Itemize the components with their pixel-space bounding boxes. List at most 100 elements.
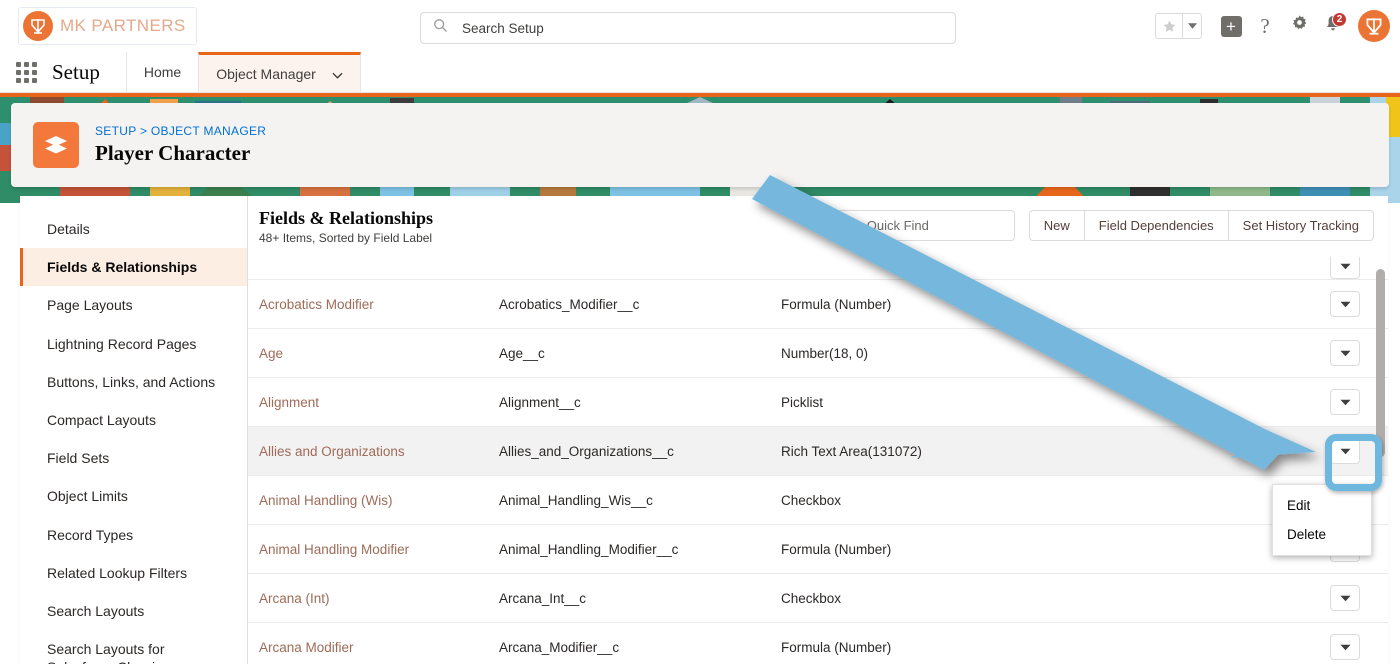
- app-launcher-button[interactable]: [0, 52, 52, 92]
- plus-icon: +: [1221, 16, 1242, 37]
- setup-nav-bar: Setup Home Object Manager: [0, 52, 1400, 93]
- set-history-tracking-button[interactable]: Set History Tracking: [1228, 210, 1374, 241]
- sidebar-item-label: Search Layouts for Salesforce Classic: [47, 641, 165, 664]
- table-row[interactable]: AgeAge__cNumber(18, 0): [248, 329, 1388, 378]
- search-icon: [844, 216, 858, 235]
- scrollbar-thumb[interactable]: [1376, 269, 1385, 457]
- action-button-group: New Field Dependencies Set History Track…: [1029, 210, 1374, 241]
- sidebar-item-search-layouts[interactable]: Search Layouts: [20, 592, 247, 630]
- sidebar-item-label: Object Limits: [47, 488, 128, 504]
- add-button[interactable]: +: [1216, 11, 1246, 41]
- table-row[interactable]: AlignmentAlignment__cPicklist: [248, 378, 1388, 427]
- sidebar-item-compact-layouts[interactable]: Compact Layouts: [20, 401, 247, 439]
- tab-object-manager[interactable]: Object Manager: [198, 52, 361, 92]
- sidebar-item-label: Buttons, Links, and Actions: [47, 374, 215, 390]
- brand-mark-icon: [23, 11, 53, 41]
- favorites-chevron-down-icon[interactable]: [1182, 13, 1202, 39]
- search-input[interactable]: Search Setup: [420, 12, 956, 44]
- field-data-type: Formula (Number): [781, 640, 1318, 655]
- field-api-name: Animal_Handling_Modifier__c: [499, 542, 781, 557]
- layers-icon: [33, 122, 79, 168]
- sidebar-item-fields-relationships[interactable]: Fields & Relationships: [20, 248, 247, 286]
- menu-item-delete[interactable]: Delete: [1273, 520, 1371, 549]
- tab-home[interactable]: Home: [126, 52, 198, 92]
- sidebar-item-label: Details: [47, 221, 90, 237]
- row-action-dropdown-button[interactable]: [1330, 291, 1360, 317]
- table-row[interactable]: Acrobatics ModifierAcrobatics_Modifier__…: [248, 280, 1388, 329]
- field-label-link[interactable]: Allies and Organizations: [259, 444, 499, 459]
- row-action-dropdown-button[interactable]: [1330, 585, 1360, 611]
- row-action-dropdown-button[interactable]: [1330, 438, 1360, 464]
- vertical-scrollbar[interactable]: [1376, 257, 1385, 660]
- sidebar-item-field-sets[interactable]: Field Sets: [20, 439, 247, 477]
- row-action-dropdown-button[interactable]: [1330, 389, 1360, 415]
- sidebar-item-buttons-links-and-actions[interactable]: Buttons, Links, and Actions: [20, 363, 247, 401]
- chevron-down-icon: [1340, 393, 1351, 411]
- row-action-menu: EditDelete: [1272, 484, 1372, 556]
- sidebar-item-related-lookup-filters[interactable]: Related Lookup Filters: [20, 554, 247, 592]
- sidebar-item-object-limits[interactable]: Object Limits: [20, 477, 247, 515]
- chevron-down-icon: [1340, 442, 1351, 460]
- new-button[interactable]: New: [1029, 210, 1084, 241]
- breadcrumb-object-manager[interactable]: OBJECT MANAGER: [151, 124, 266, 138]
- main-panel: Details Fields & Relationships Page Layout…: [20, 196, 1388, 664]
- star-icon[interactable]: [1155, 13, 1182, 39]
- field-dependencies-button[interactable]: Field Dependencies: [1084, 210, 1228, 241]
- sidebar-item-label: Fields & Relationships: [47, 259, 197, 275]
- global-header: MK PARTNERS Search Setup: [0, 0, 1400, 52]
- search-icon: [433, 18, 448, 38]
- table-row[interactable]: Animal Handling ModifierAnimal_Handling_…: [248, 525, 1388, 574]
- table-row[interactable]: [248, 257, 1388, 280]
- sidebar-item-label: Lightning Record Pages: [47, 336, 196, 352]
- field-data-type: Number(18, 0): [781, 346, 1318, 361]
- row-action-dropdown-button[interactable]: [1330, 340, 1360, 366]
- table-row[interactable]: Allies and OrganizationsAllies_and_Organ…: [248, 427, 1388, 476]
- breadcrumb-separator: >: [140, 124, 147, 138]
- brand-logo[interactable]: MK PARTNERS: [18, 7, 197, 45]
- help-button[interactable]: ?: [1250, 11, 1280, 41]
- question-mark-icon: ?: [1260, 14, 1269, 39]
- table-row[interactable]: Arcana (Int)Arcana_Int__cCheckbox: [248, 574, 1388, 623]
- fields-table: Acrobatics ModifierAcrobatics_Modifier__…: [248, 257, 1388, 664]
- avatar[interactable]: [1358, 10, 1390, 42]
- quick-find-input[interactable]: Quick Find: [833, 210, 1015, 241]
- breadcrumb-setup[interactable]: SETUP: [95, 124, 136, 138]
- tab-home-label: Home: [144, 64, 181, 80]
- field-api-name: Allies_and_Organizations__c: [499, 444, 781, 459]
- brand-name: MK PARTNERS: [60, 16, 186, 36]
- field-api-name: Arcana_Modifier__c: [499, 640, 781, 655]
- menu-item-edit[interactable]: Edit: [1273, 491, 1371, 520]
- sidebar-item-search-layouts-for-salesforce-classic[interactable]: Search Layouts for Salesforce Classic: [20, 630, 247, 664]
- content-header-actions: Quick Find New Field Dependencies Set Hi…: [833, 210, 1374, 241]
- object-sidebar: Details Fields & Relationships Page Layout…: [20, 196, 248, 664]
- chevron-down-icon: [332, 66, 343, 82]
- field-label-link[interactable]: Acrobatics Modifier: [259, 297, 499, 312]
- breadcrumb: SETUP > OBJECT MANAGER: [95, 124, 266, 138]
- field-api-name: Alignment__c: [499, 395, 781, 410]
- field-label-link[interactable]: Arcana (Int): [259, 591, 499, 606]
- field-label-link[interactable]: Alignment: [259, 395, 499, 410]
- row-action-dropdown-button[interactable]: [1330, 257, 1360, 279]
- sidebar-item-lightning-record-pages[interactable]: Lightning Record Pages: [20, 325, 247, 363]
- sidebar-item-record-types[interactable]: Record Types: [20, 516, 247, 554]
- field-api-name: Age__c: [499, 346, 781, 361]
- sidebar-item-label: Compact Layouts: [47, 412, 156, 428]
- field-data-type: Checkbox: [781, 591, 1318, 606]
- setup-page: MK PARTNERS Search Setup: [0, 0, 1400, 664]
- settings-button[interactable]: [1284, 11, 1314, 41]
- row-action-dropdown-button[interactable]: [1330, 634, 1360, 660]
- sidebar-item-page-layouts[interactable]: Page Layouts: [20, 286, 247, 324]
- content-area: Fields & Relationships 48+ Items, Sorted…: [248, 196, 1388, 664]
- field-label-link[interactable]: Age: [259, 346, 499, 361]
- field-label-link[interactable]: Animal Handling Modifier: [259, 542, 499, 557]
- table-row[interactable]: Arcana ModifierArcana_Modifier__cFormula…: [248, 623, 1388, 664]
- page-title: Player Character: [95, 141, 266, 166]
- field-label-link[interactable]: Arcana Modifier: [259, 640, 499, 655]
- field-api-name: Animal_Handling_Wis__c: [499, 493, 781, 508]
- field-data-type: Formula (Number): [781, 542, 1318, 557]
- sidebar-item-details[interactable]: Details: [20, 210, 247, 248]
- field-label-link[interactable]: Animal Handling (Wis): [259, 493, 499, 508]
- table-row[interactable]: Animal Handling (Wis)Animal_Handling_Wis…: [248, 476, 1388, 525]
- notifications-button[interactable]: 2: [1318, 11, 1348, 41]
- quick-find-placeholder: Quick Find: [867, 218, 929, 233]
